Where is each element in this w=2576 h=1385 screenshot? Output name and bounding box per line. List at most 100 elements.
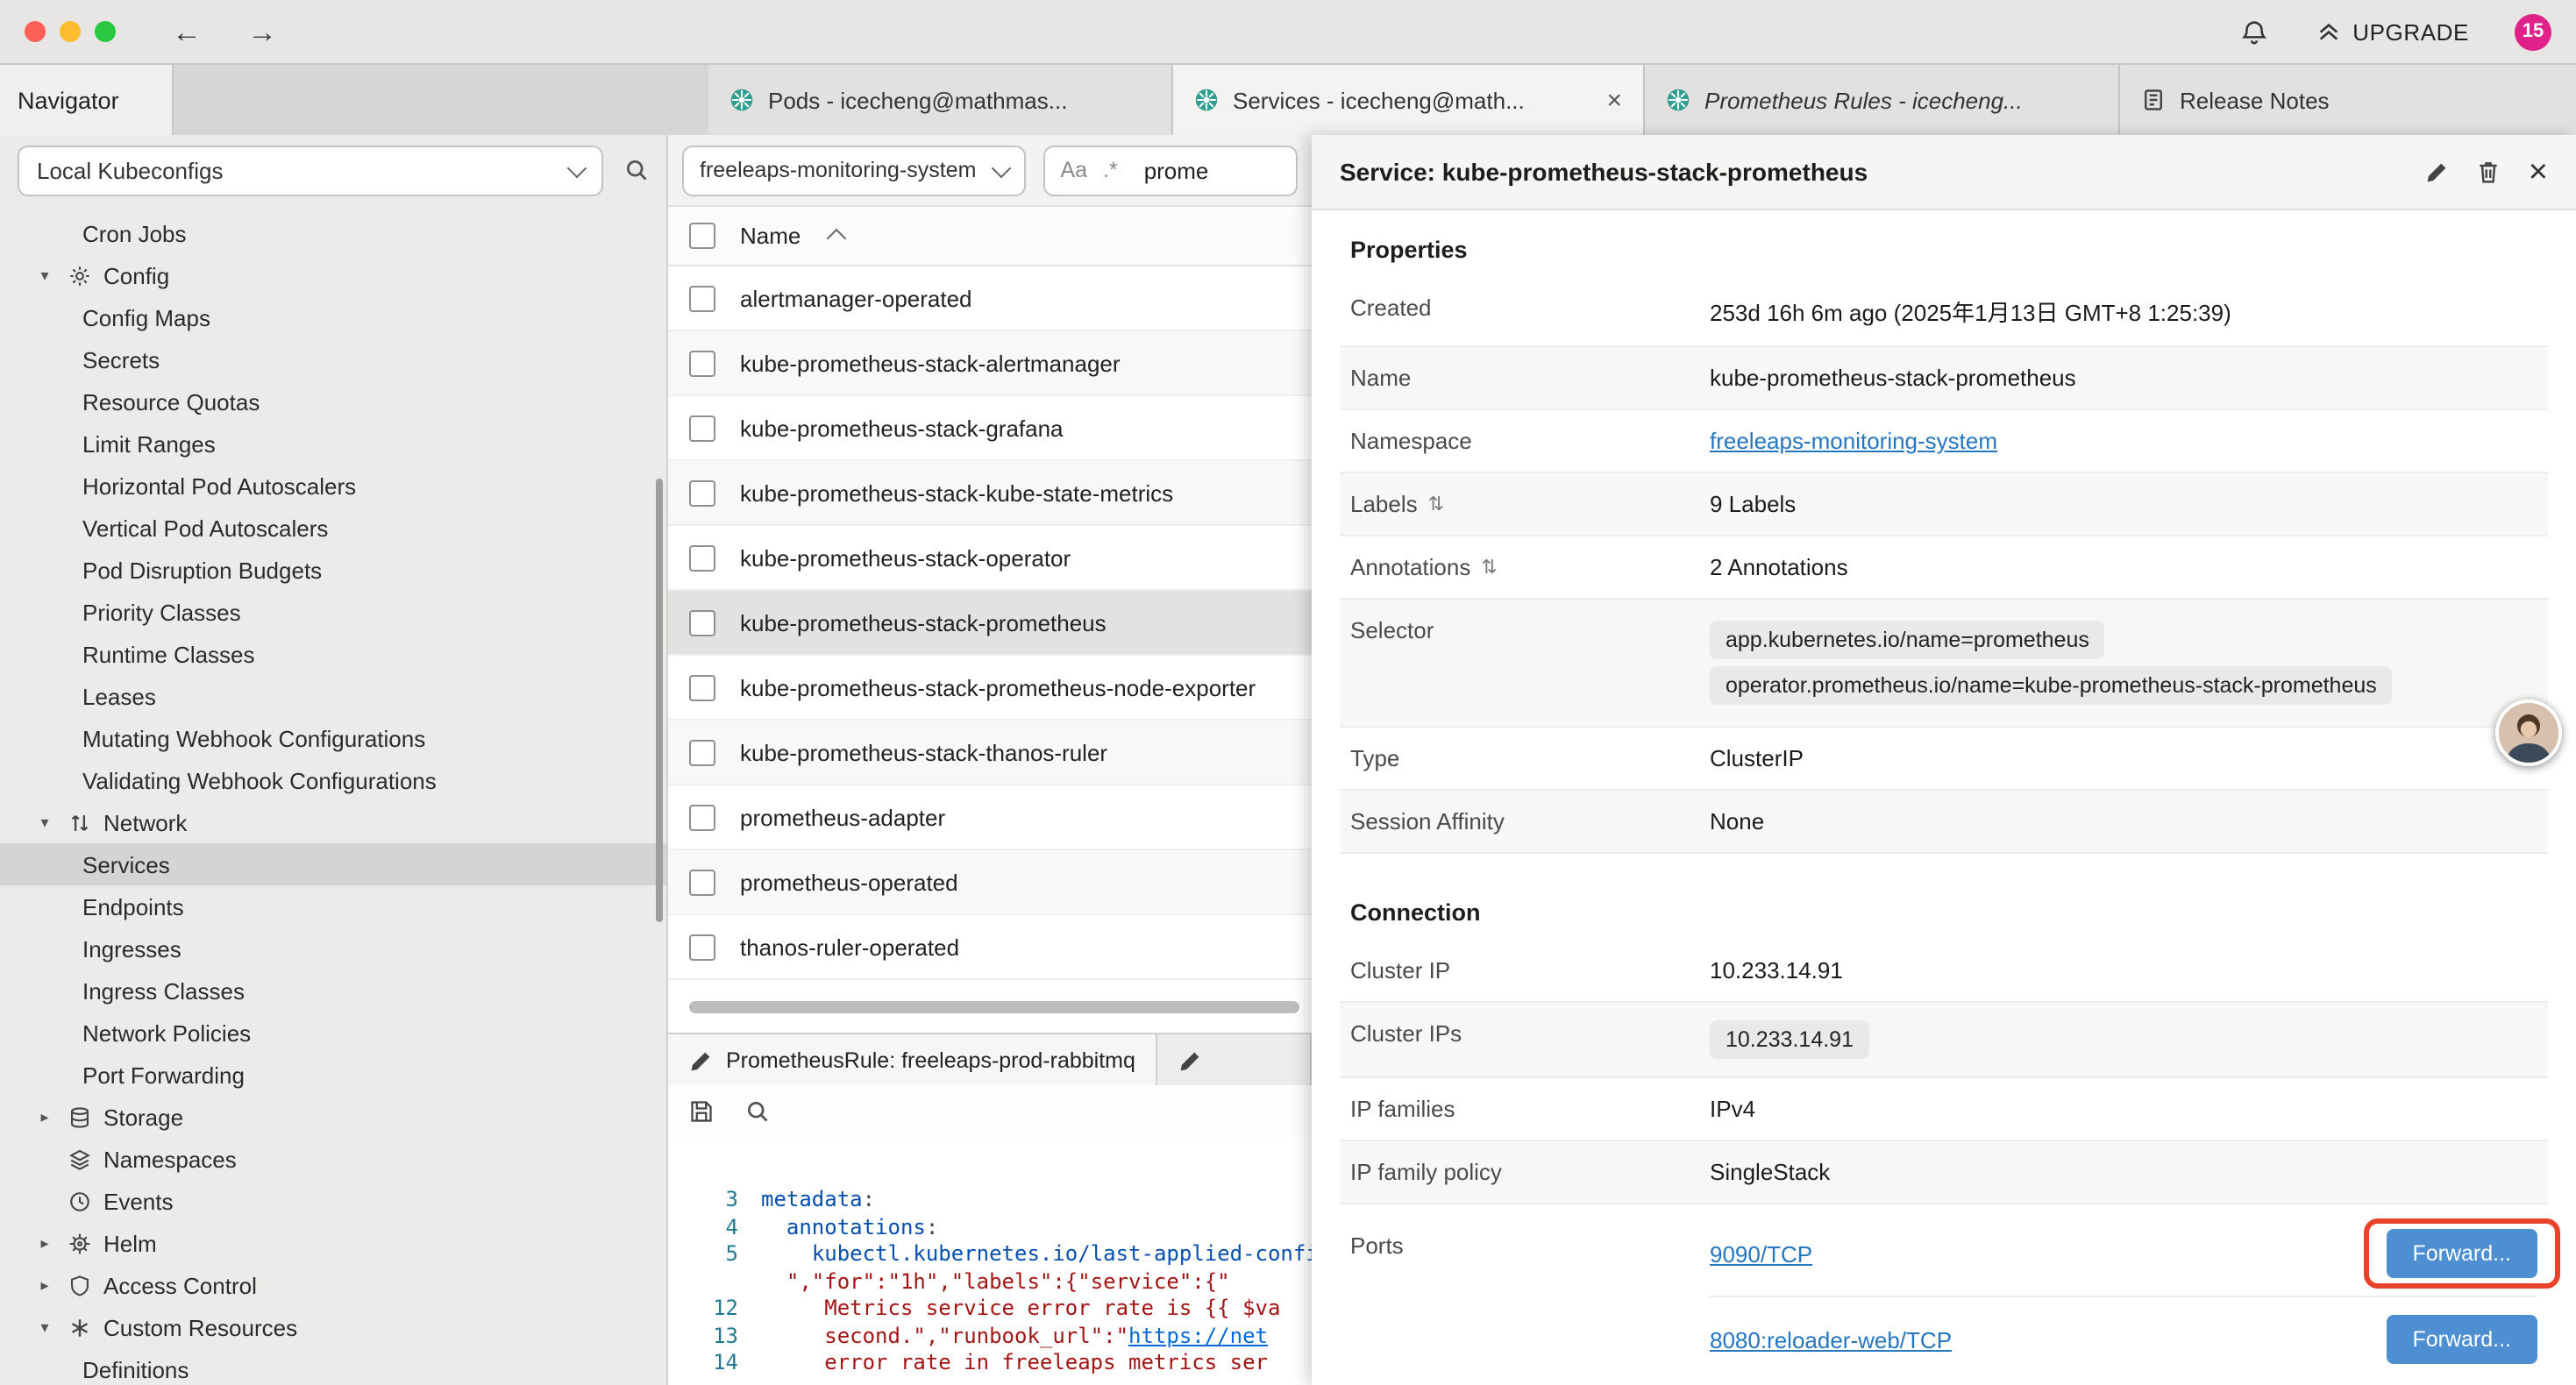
chevron-right-icon[interactable]: ▸ (35, 1233, 54, 1253)
sidebar-item-access-control[interactable]: ▸Access Control (0, 1264, 666, 1306)
sidebar-item-resource-quotas[interactable]: Resource Quotas (0, 380, 666, 423)
sidebar-item-priority-classes[interactable]: Priority Classes (0, 591, 666, 633)
sidebar-item-custom-resources[interactable]: ▾Custom Resources (0, 1306, 666, 1348)
avatar[interactable] (2495, 700, 2562, 766)
sidebar-item-events[interactable]: Events (0, 1180, 666, 1222)
sidebar-item-validating-webhook-configuration[interactable]: Validating Webhook Configurations (0, 759, 666, 801)
sidebar-item-secrets[interactable]: Secrets (0, 338, 666, 380)
table-row-kube-prometheus-stack-prometheus[interactable]: kube-prometheus-stack-prometheus-node-ex… (668, 656, 1312, 721)
expand-annotations-icon[interactable]: ⇅ (1481, 556, 1497, 579)
port-link[interactable]: 9090/TCP (1710, 1240, 1812, 1267)
close-tab-icon[interactable]: × (1596, 85, 1622, 115)
back-icon[interactable]: ← (172, 17, 202, 46)
sidebar-item-services[interactable]: Services (0, 843, 666, 885)
chevron-right-icon[interactable]: ▸ (35, 1107, 54, 1126)
table-row-prometheus-operated[interactable]: prometheus-operated (668, 850, 1312, 915)
chevron-down-icon[interactable]: ▾ (35, 266, 54, 285)
sidebar-item-network-policies[interactable]: Network Policies (0, 1012, 666, 1054)
row-checkbox[interactable] (689, 869, 715, 895)
table-row-alertmanager-operated[interactable]: alertmanager-operated (668, 266, 1312, 331)
sidebar-item-definitions[interactable]: Definitions (0, 1348, 666, 1385)
sidebar-item-runtime-classes[interactable]: Runtime Classes (0, 633, 666, 675)
horizontal-scrollbar[interactable] (689, 1001, 1299, 1013)
row-checkbox[interactable] (689, 415, 715, 441)
close-window-button[interactable] (25, 21, 46, 42)
sort-ascending-icon[interactable] (826, 229, 846, 249)
sidebar-item-leases[interactable]: Leases (0, 675, 666, 717)
sidebar-item-network[interactable]: ▾Network (0, 801, 666, 843)
select-all-checkbox[interactable] (689, 223, 715, 249)
table-row-kube-prometheus-stack-grafana[interactable]: kube-prometheus-stack-grafana (668, 396, 1312, 461)
sidebar-item-mutating-webhook-configurations[interactable]: Mutating Webhook Configurations (0, 717, 666, 759)
sidebar-item-cron-jobs[interactable]: Cron Jobs (0, 212, 666, 254)
table-row-thanos-ruler-operated[interactable]: thanos-ruler-operated (668, 915, 1312, 980)
sidebar-item-endpoints[interactable]: Endpoints (0, 885, 666, 927)
row-checkbox[interactable] (689, 609, 715, 636)
namespace-link[interactable]: freeleaps-monitoring-system (1710, 428, 1997, 454)
tab-services-icecheng-math[interactable]: Services - icecheng@math...× (1173, 65, 1645, 135)
row-checkbox[interactable] (689, 285, 715, 311)
sidebar-item-ingresses[interactable]: Ingresses (0, 927, 666, 970)
row-checkbox[interactable] (689, 739, 715, 765)
close-icon[interactable]: × (2529, 155, 2548, 188)
row-checkbox[interactable] (689, 674, 715, 700)
notifications-bell-icon[interactable] (2238, 17, 2268, 46)
dock-tab-next[interactable] (1158, 1034, 1312, 1087)
forward-button[interactable]: Forward... (2386, 1229, 2537, 1278)
port-link[interactable]: 8080:reloader-web/TCP (1710, 1326, 1952, 1353)
notification-count-badge[interactable]: 15 (2515, 13, 2551, 50)
table-row-prometheus-adapter[interactable]: prometheus-adapter (668, 785, 1312, 850)
search-input[interactable]: Aa .* prome (1042, 145, 1298, 195)
chevron-down-icon[interactable]: ▾ (35, 813, 54, 832)
chevron-down-icon[interactable]: ▾ (35, 1318, 54, 1337)
zoom-window-button[interactable] (95, 21, 116, 42)
chevron-right-icon[interactable]: ▸ (35, 1275, 54, 1295)
row-checkbox[interactable] (689, 544, 715, 571)
sidebar-item-horizontal-pod-autoscalers[interactable]: Horizontal Pod Autoscalers (0, 465, 666, 507)
sidebar-item-limit-ranges[interactable]: Limit Ranges (0, 423, 666, 465)
upgrade-button[interactable]: UPGRADE (2314, 18, 2469, 46)
table-row-kube-prometheus-stack-operator[interactable]: kube-prometheus-stack-operator (668, 526, 1312, 591)
sidebar-scrollbar[interactable] (656, 479, 663, 922)
table-row-kube-prometheus-stack-kube-state[interactable]: kube-prometheus-stack-kube-state-metrics (668, 461, 1312, 526)
sidebar-item-config[interactable]: ▾Config (0, 254, 666, 296)
table-row-kube-prometheus-stack-alertmanag[interactable]: kube-prometheus-stack-alertmanager (668, 331, 1312, 396)
edit-pencil-icon[interactable] (2425, 160, 2448, 183)
sidebar-item-pod-disruption-budgets[interactable]: Pod Disruption Budgets (0, 549, 666, 591)
tab-pods-icecheng-mathmas[interactable]: Pods - icecheng@mathmas... (708, 65, 1173, 135)
sidebar-item-ingress-classes[interactable]: Ingress Classes (0, 970, 666, 1012)
annotations-value[interactable]: 2 Annotations (1710, 554, 2537, 580)
sidebar-item-config-maps[interactable]: Config Maps (0, 296, 666, 338)
search-icon[interactable] (624, 158, 649, 182)
forward-icon[interactable]: → (247, 17, 277, 46)
match-case-toggle[interactable]: Aa (1060, 158, 1087, 182)
minimize-window-button[interactable] (60, 21, 81, 42)
row-checkbox[interactable] (689, 804, 715, 830)
sidebar-item-port-forwarding[interactable]: Port Forwarding (0, 1054, 666, 1096)
kubeconfig-dropdown[interactable]: Local Kubeconfigs (18, 145, 603, 195)
namespace-dropdown[interactable]: freeleaps-monitoring-system (682, 145, 1025, 195)
dock-tab-prometheusrule[interactable]: PrometheusRule: freeleaps-prod-rabbitmq (668, 1034, 1158, 1087)
expand-labels-icon[interactable]: ⇅ (1428, 493, 1444, 515)
line-number: 12 (668, 1296, 761, 1323)
save-icon[interactable] (689, 1099, 714, 1124)
sidebar-item-vertical-pod-autoscalers[interactable]: Vertical Pod Autoscalers (0, 507, 666, 549)
row-checkbox[interactable] (689, 350, 715, 376)
table-row-kube-prometheus-stack-prometheus[interactable]: kube-prometheus-stack-prometheus (668, 591, 1312, 656)
sidebar-item-namespaces[interactable]: Namespaces (0, 1138, 666, 1180)
row-checkbox[interactable] (689, 934, 715, 960)
sidebar-item-helm[interactable]: ▸Helm (0, 1222, 666, 1264)
navigator-panel-tab[interactable]: Navigator (0, 65, 174, 135)
tab-release-notes[interactable]: Release Notes (2120, 65, 2576, 135)
yaml-editor[interactable]: 3metadata:4 annotations:5 kubectl.kubern… (668, 1138, 1312, 1385)
sidebar-item-storage[interactable]: ▸Storage (0, 1096, 666, 1138)
search-icon[interactable] (745, 1099, 770, 1124)
row-checkbox[interactable] (689, 479, 715, 506)
tab-prometheus-rules-icecheng[interactable]: Prometheus Rules - icecheng... (1645, 65, 2120, 135)
forward-button[interactable]: Forward... (2386, 1315, 2537, 1364)
name-column-header[interactable]: Name (740, 223, 801, 249)
labels-value[interactable]: 9 Labels (1710, 491, 2537, 517)
table-row-kube-prometheus-stack-thanos-rul[interactable]: kube-prometheus-stack-thanos-ruler (668, 721, 1312, 785)
delete-trash-icon[interactable] (2476, 160, 2501, 184)
regex-toggle[interactable]: .* (1103, 158, 1118, 182)
